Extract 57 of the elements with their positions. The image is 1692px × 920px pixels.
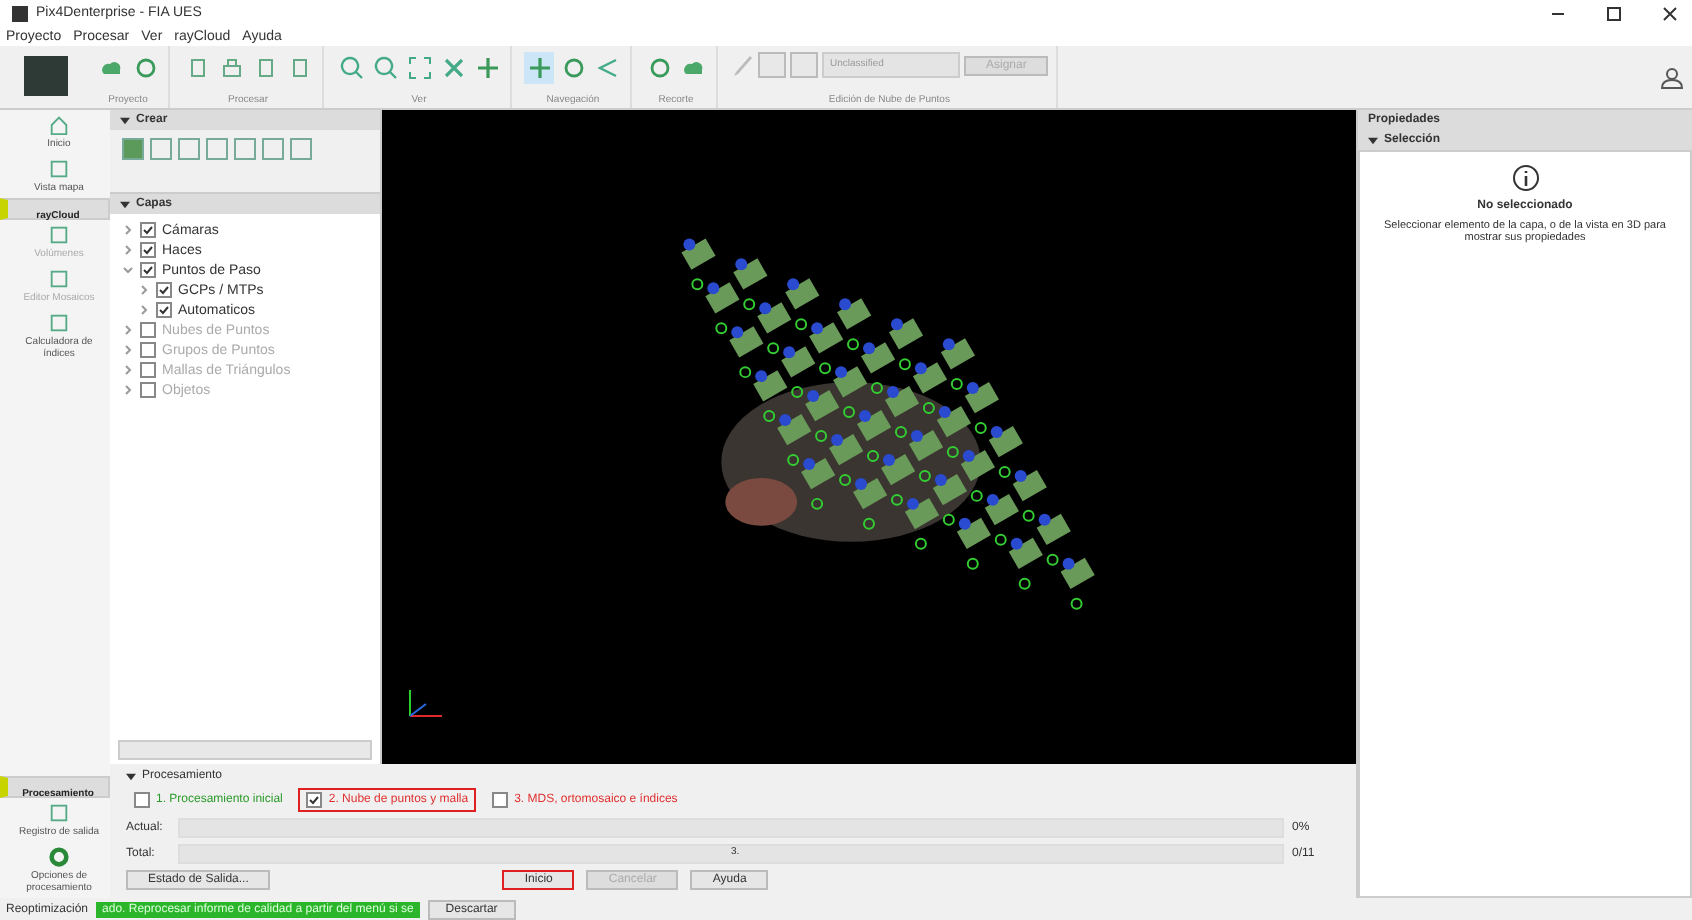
square-icon [48, 312, 70, 334]
class-dropdown[interactable] [758, 52, 786, 78]
close-icon[interactable] [1660, 3, 1680, 23]
checkbox[interactable] [140, 242, 156, 258]
toolbar-button[interactable] [336, 52, 366, 84]
chevron-icon[interactable] [122, 264, 134, 276]
expand-icon [407, 56, 431, 80]
info-icon [1511, 164, 1539, 192]
page-icon [253, 56, 277, 80]
square-icon [48, 158, 70, 180]
create-tool-button[interactable] [262, 138, 284, 160]
zoom-out-icon [373, 56, 397, 80]
collapse-triangle-icon [120, 115, 130, 125]
checkbox[interactable] [140, 262, 156, 278]
box-icon [219, 56, 243, 80]
circle-icon [561, 56, 585, 80]
page-icon [185, 56, 209, 80]
collapse-triangle-icon [120, 199, 130, 209]
collapse-triangle-icon [1368, 135, 1378, 145]
horizontal-scrollbar[interactable] [118, 740, 372, 760]
toolbar-button[interactable] [404, 52, 434, 84]
create-tool-button[interactable] [206, 138, 228, 160]
square-icon [48, 802, 70, 824]
color-dropdown[interactable] [790, 52, 818, 78]
user-icon[interactable] [1660, 66, 1684, 90]
checkbox[interactable] [134, 792, 150, 808]
checkbox[interactable] [156, 302, 172, 318]
create-tool-button[interactable] [150, 138, 172, 160]
square-icon [48, 268, 70, 290]
toolbar-button[interactable] [472, 52, 502, 84]
circle-icon [133, 56, 157, 80]
zoom-in-icon [339, 56, 363, 80]
app-logo-icon [12, 5, 28, 21]
checkbox[interactable] [140, 222, 156, 238]
checkbox[interactable] [306, 792, 323, 808]
3d-viewport[interactable] [382, 110, 1356, 764]
create-tool-button[interactable] [234, 138, 256, 160]
chevron-icon[interactable] [138, 304, 150, 316]
chevron-icon[interactable] [122, 244, 134, 256]
chevron-icon[interactable] [122, 224, 134, 236]
toolbar-button[interactable] [524, 52, 554, 84]
collapse-triangle-icon [126, 771, 136, 781]
page-icon [287, 56, 311, 80]
checkbox[interactable] [156, 282, 172, 298]
cloud-icon [99, 56, 123, 80]
cloud-icon [681, 56, 705, 80]
maximize-icon[interactable] [1604, 3, 1624, 23]
square-icon [48, 224, 70, 246]
chevron-icon[interactable] [138, 284, 150, 296]
create-tool-button[interactable] [178, 138, 200, 160]
toolbar-button[interactable] [370, 52, 400, 84]
checkbox[interactable] [492, 792, 509, 808]
create-tool-button[interactable] [290, 138, 312, 160]
circle-icon [647, 56, 671, 80]
cross-icon [441, 56, 465, 80]
home-icon [48, 114, 70, 136]
settings-icon [48, 846, 70, 868]
